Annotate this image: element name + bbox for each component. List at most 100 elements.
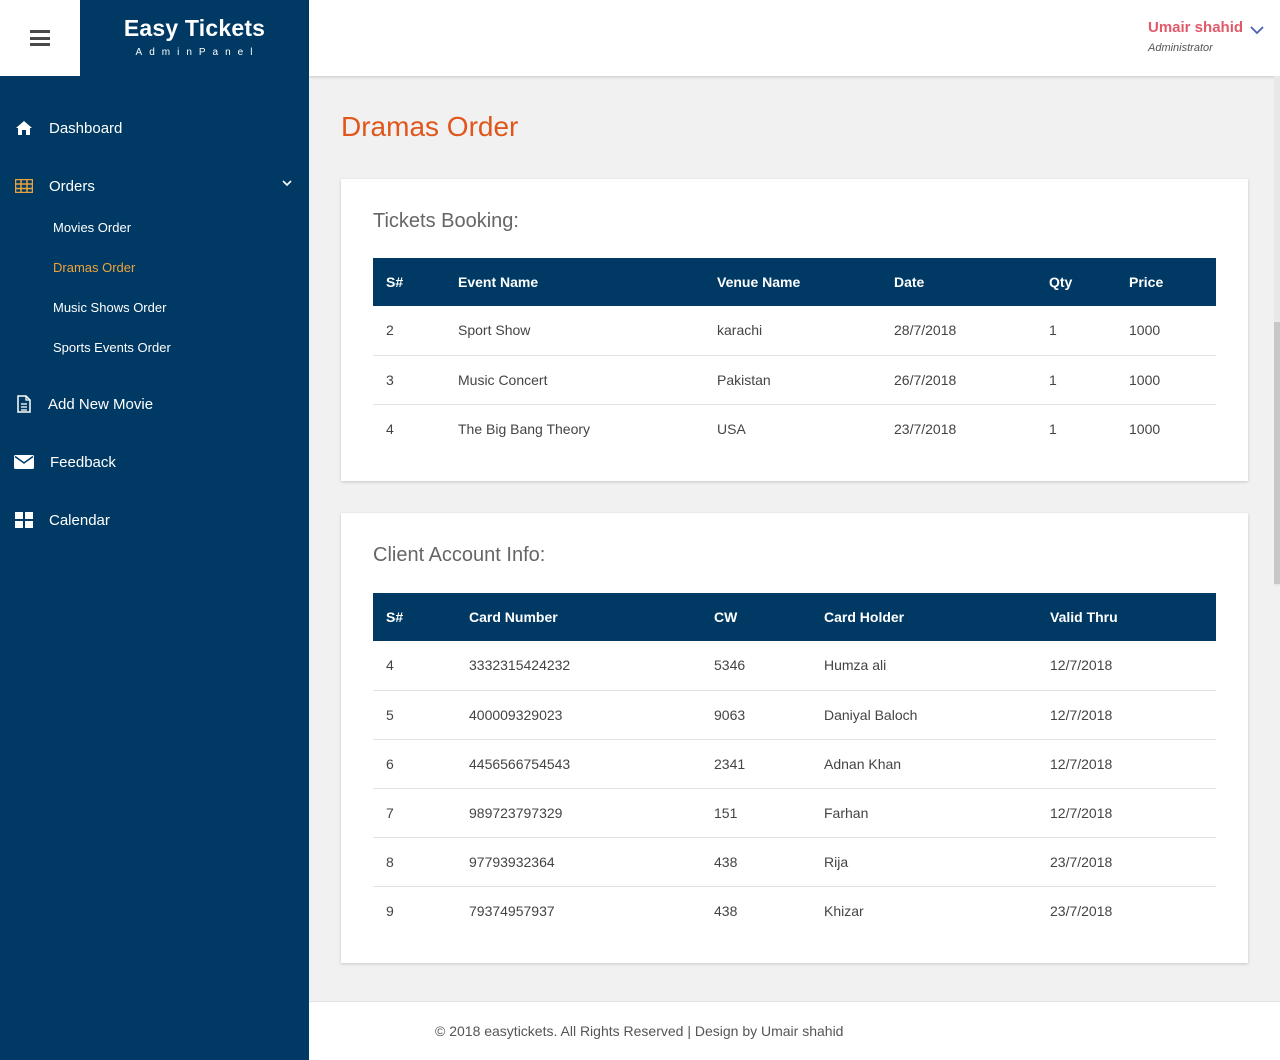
- sidebar-item-orders[interactable]: Orders: [0, 166, 309, 206]
- card-title: Client Account Info:: [373, 544, 546, 566]
- sidebar-subitem-sports-events-order[interactable]: Sports Events Order: [53, 338, 171, 358]
- sidebar-item-calendar[interactable]: Calendar: [0, 500, 309, 540]
- table-cell: 26/7/2018: [894, 371, 957, 388]
- table-cell: 23/7/2018: [1050, 853, 1113, 870]
- table-cell: 438: [714, 902, 738, 919]
- table-cell: 2: [386, 322, 394, 339]
- table-cell: 1000: [1129, 420, 1161, 437]
- table-cell: 1: [1049, 322, 1057, 339]
- sidebar-item-dashboard[interactable]: Dashboard: [0, 108, 309, 148]
- table-cell: 23/7/2018: [1050, 902, 1113, 919]
- column-header: S#: [386, 274, 404, 290]
- column-header: Venue Name: [717, 274, 801, 290]
- tickets-booking-card: Tickets Booking: S# Event Name Venue Nam…: [341, 179, 1248, 481]
- sidebar-item-feedback[interactable]: Feedback: [0, 442, 309, 482]
- home-icon: [14, 118, 34, 138]
- table-icon: [14, 176, 34, 196]
- table-row: 4 The Big Bang Theory USA 23/7/2018 1 10…: [373, 404, 1216, 453]
- table-cell: 12/7/2018: [1050, 657, 1113, 674]
- scrollbar-thumb[interactable]: [1274, 322, 1280, 584]
- sidebar-subitem-music-shows-order[interactable]: Music Shows Order: [53, 298, 166, 318]
- client-account-table: S# Card Number CW Card Holder Valid Thru…: [373, 593, 1216, 935]
- column-header: Card Holder: [824, 609, 905, 625]
- table-cell: 1000: [1129, 371, 1161, 388]
- sidebar: Easy Tickets AdminPanel Dashboard Orders…: [0, 0, 309, 1060]
- brand: Easy Tickets AdminPanel: [80, 0, 309, 76]
- chevron-down-icon: [282, 180, 292, 187]
- user-role: Administrator: [1148, 42, 1213, 54]
- brand-subtitle: AdminPanel: [135, 47, 260, 58]
- sidebar-item-label: Dashboard: [49, 119, 123, 137]
- table-row: 3 Music Concert Pakistan 26/7/2018 1 100…: [373, 355, 1216, 404]
- table-row: 6 4456566754543 2341 Adnan Khan 12/7/201…: [373, 739, 1216, 788]
- top-header: Umair shahid Administrator: [309, 0, 1280, 76]
- column-header: Valid Thru: [1050, 609, 1118, 625]
- table-row: 4 3332315424232 5346 Humza ali 12/7/2018: [373, 641, 1216, 690]
- table-cell: 5346: [714, 657, 746, 674]
- table-cell: Rija: [824, 853, 849, 870]
- column-header: Card Number: [469, 609, 558, 625]
- column-header: Qty: [1049, 274, 1073, 290]
- footer-copyright: © 2018 easytickets. All Rights Reserved …: [435, 1023, 844, 1039]
- table-cell: 12/7/2018: [1050, 706, 1113, 723]
- column-header: S#: [386, 609, 404, 625]
- table-cell: 9063: [714, 706, 746, 723]
- table-cell: 151: [714, 804, 738, 821]
- column-header: Date: [894, 274, 925, 290]
- table-cell: Farhan: [824, 804, 869, 821]
- table-header-row: S# Card Number CW Card Holder Valid Thru: [373, 593, 1216, 641]
- column-header: CW: [714, 609, 738, 625]
- table-cell: 400009329023: [469, 706, 563, 723]
- table-cell: 1: [1049, 371, 1057, 388]
- table-cell: 4456566754543: [469, 755, 571, 772]
- footer: © 2018 easytickets. All Rights Reserved …: [309, 1001, 1280, 1060]
- brand-title: Easy Tickets: [123, 15, 266, 41]
- envelope-icon: [14, 452, 34, 472]
- table-cell: 12/7/2018: [1050, 755, 1113, 772]
- sidebar-item-label: Feedback: [50, 453, 116, 471]
- table-cell: 12/7/2018: [1050, 804, 1113, 821]
- table-row: 5 400009329023 9063 Daniyal Baloch 12/7/…: [373, 690, 1216, 739]
- table-cell: 3332315424232: [469, 657, 571, 674]
- table-cell: 79374957937: [469, 902, 555, 919]
- sidebar-item-add-new-movie[interactable]: Add New Movie: [0, 384, 309, 424]
- table-row: 7 989723797329 151 Farhan 12/7/2018: [373, 788, 1216, 837]
- table-cell: Daniyal Baloch: [824, 706, 918, 723]
- hamburger-icon: [30, 30, 50, 46]
- table-cell: 8: [386, 853, 394, 870]
- table-cell: 28/7/2018: [894, 322, 957, 339]
- table-cell: Khizar: [824, 902, 864, 919]
- user-name[interactable]: Umair shahid: [1148, 19, 1243, 36]
- column-header: Price: [1129, 274, 1164, 290]
- sidebar-subitem-dramas-order[interactable]: Dramas Order: [53, 258, 135, 278]
- table-cell: 4: [386, 657, 394, 674]
- table-cell: Pakistan: [717, 371, 771, 388]
- table-row: 2 Sport Show karachi 28/7/2018 1 1000: [373, 306, 1216, 355]
- sidebar-item-label: Calendar: [49, 511, 110, 529]
- tickets-booking-table: S# Event Name Venue Name Date Qty Price …: [373, 258, 1216, 453]
- table-cell: 1: [1049, 420, 1057, 437]
- table-cell: 97793932364: [469, 853, 555, 870]
- sidebar-subitem-movies-order[interactable]: Movies Order: [53, 218, 131, 238]
- sidebar-item-label: Orders: [49, 177, 95, 195]
- calendar-grid-icon: [14, 510, 34, 530]
- table-cell: 438: [714, 853, 738, 870]
- table-cell: 1000: [1129, 322, 1161, 339]
- table-cell: The Big Bang Theory: [458, 420, 591, 437]
- column-header: Event Name: [458, 274, 539, 290]
- table-cell: 989723797329: [469, 804, 563, 821]
- table-header-row: S# Event Name Venue Name Date Qty Price: [373, 258, 1216, 306]
- table-cell: Sport Show: [458, 322, 531, 339]
- table-cell: 4: [386, 420, 394, 437]
- table-cell: Music Concert: [458, 371, 548, 388]
- table-row: 8 97793932364 438 Rija 23/7/2018: [373, 837, 1216, 886]
- menu-toggle-button[interactable]: [0, 0, 80, 76]
- user-menu-chevron-icon[interactable]: [1249, 24, 1265, 36]
- table-cell: karachi: [717, 322, 763, 339]
- client-account-info-card: Client Account Info: S# Card Number CW C…: [341, 513, 1248, 963]
- table-cell: Adnan Khan: [824, 755, 902, 772]
- table-cell: 9: [386, 902, 394, 919]
- document-icon: [14, 394, 34, 414]
- table-cell: 5: [386, 706, 394, 723]
- table-cell: 23/7/2018: [894, 420, 957, 437]
